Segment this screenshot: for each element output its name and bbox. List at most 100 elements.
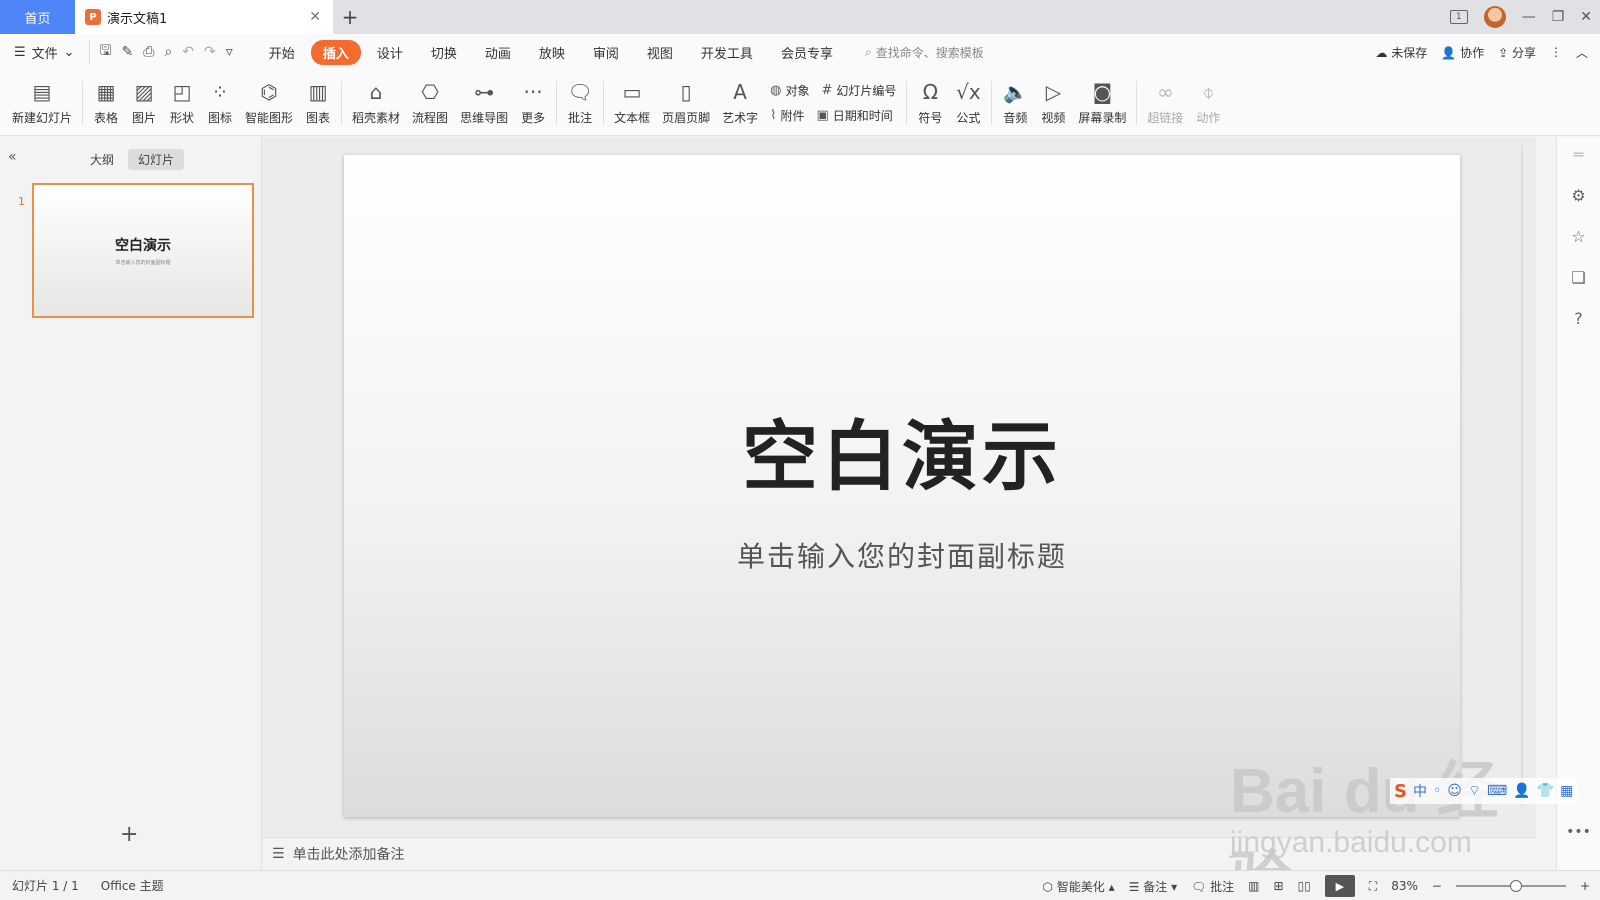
- ime-keyboard-icon[interactable]: ⌨: [1487, 783, 1507, 799]
- flowchart-button[interactable]: ⎔ 流程图: [406, 74, 454, 132]
- collapse-ribbon-icon[interactable]: ︿: [1576, 44, 1588, 61]
- notes-toggle-button[interactable]: ☰ 备注 ▾: [1129, 878, 1177, 895]
- add-slide-icon[interactable]: +: [120, 822, 138, 847]
- video-button[interactable]: ▷ 视频: [1034, 74, 1072, 132]
- window-layout-icon[interactable]: 1: [1449, 10, 1468, 24]
- zoom-slider-knob[interactable]: [1509, 880, 1522, 892]
- comment-button[interactable]: 🗨 批注: [561, 74, 599, 132]
- customize-icon[interactable]: ▿: [226, 44, 233, 60]
- slide-title[interactable]: 空白演示: [742, 395, 1062, 505]
- ime-mic-icon[interactable]: ⌔: [1468, 782, 1481, 800]
- tab-developer[interactable]: 开发工具: [689, 40, 765, 65]
- more-options-icon[interactable]: •••: [1566, 824, 1591, 840]
- ime-emoji-icon[interactable]: ☺: [1447, 783, 1462, 799]
- audio-button[interactable]: 🔈 音频: [996, 74, 1034, 132]
- zoom-out-icon[interactable]: −: [1432, 879, 1442, 893]
- zoom-slider[interactable]: [1455, 880, 1566, 892]
- collab-button[interactable]: 👤 协作: [1441, 44, 1484, 61]
- print-icon[interactable]: ⎙: [143, 44, 154, 60]
- share-button[interactable]: ⇪ 分享: [1498, 44, 1536, 61]
- restore-icon[interactable]: ❐: [1552, 9, 1565, 25]
- print-preview-icon[interactable]: ⌕: [164, 44, 172, 60]
- smart-graphic-button[interactable]: ⌬ 智能图形: [239, 74, 299, 132]
- chart-button[interactable]: ▥ 图表: [299, 74, 337, 132]
- more-button[interactable]: ··· 更多: [514, 74, 552, 132]
- object-button[interactable]: ◍ 对象 # 幻灯片编号: [770, 82, 896, 99]
- tab-insert[interactable]: 插入: [310, 39, 361, 65]
- header-footer-button[interactable]: ▯ 页眉页脚: [656, 74, 716, 132]
- adjust-icon[interactable]: ⚙: [1571, 186, 1585, 205]
- play-slideshow-button[interactable]: ▶: [1324, 875, 1355, 897]
- ime-grid-icon[interactable]: ▦: [1560, 783, 1573, 799]
- table-button[interactable]: ▦ 表格: [87, 74, 125, 132]
- tab-slides[interactable]: 幻灯片: [128, 149, 185, 170]
- new-tab-button[interactable]: +: [333, 0, 367, 34]
- slides-icon[interactable]: ❏: [1571, 268, 1585, 287]
- shape-button[interactable]: ◰ 形状: [163, 74, 201, 132]
- file-menu[interactable]: ☰ 文件 ⌄: [0, 43, 89, 62]
- tab-member[interactable]: 会员专享: [769, 40, 845, 65]
- ime-skin-icon[interactable]: 👕: [1537, 783, 1554, 799]
- reading-view-icon[interactable]: ▯▯: [1298, 879, 1311, 893]
- star-icon[interactable]: ☆: [1571, 227, 1585, 246]
- tab-start[interactable]: 开始: [257, 40, 307, 65]
- speaker-icon: 🔈: [1002, 80, 1028, 104]
- docer-material-button[interactable]: ⌂ 稻壳素材: [346, 74, 406, 132]
- formula-button[interactable]: √x 公式: [949, 74, 987, 132]
- format-painter-icon[interactable]: ✎: [122, 44, 134, 60]
- zoom-in-icon[interactable]: +: [1580, 879, 1590, 893]
- tab-review[interactable]: 审阅: [581, 40, 631, 65]
- save-icon[interactable]: 🖫: [100, 40, 112, 64]
- ime-user-icon[interactable]: 👤: [1513, 783, 1530, 799]
- tab-home[interactable]: 首页: [0, 0, 75, 34]
- screen-record-button[interactable]: ◙ 屏幕录制: [1072, 74, 1132, 132]
- slide-number-label[interactable]: 幻灯片编号: [836, 82, 896, 99]
- slide-subtitle[interactable]: 单击输入您的封面副标题: [737, 535, 1067, 575]
- help-icon[interactable]: ?: [1574, 309, 1583, 328]
- tab-document[interactable]: P 演示文稿1 ✕: [75, 0, 333, 34]
- normal-view-icon[interactable]: ▥: [1248, 879, 1259, 893]
- tab-animation[interactable]: 动画: [473, 40, 523, 65]
- tab-view[interactable]: 视图: [635, 40, 685, 65]
- action-button[interactable]: ⌽ 动作: [1189, 74, 1227, 132]
- datetime-label[interactable]: 日期和时间: [833, 107, 893, 124]
- comment-toggle-button[interactable]: 🗨 批注: [1191, 878, 1234, 895]
- ime-lang-icon[interactable]: 中: [1413, 781, 1427, 801]
- more-vertical-icon[interactable]: ⋮: [1550, 45, 1562, 59]
- redo-icon[interactable]: ↷: [204, 44, 216, 60]
- command-search[interactable]: ⌕ 查找命令、搜索模板: [865, 44, 984, 61]
- audio-label: 音频: [1003, 111, 1028, 125]
- zoom-level[interactable]: 83%: [1391, 879, 1418, 893]
- slide[interactable]: 空白演示 单击输入您的封面副标题: [344, 155, 1460, 817]
- slide-thumbnail[interactable]: 空白演示 单击输入您的封面副标题: [32, 183, 254, 318]
- collapse-panel-icon[interactable]: «: [8, 149, 17, 165]
- tab-slideshow[interactable]: 放映: [527, 40, 577, 65]
- attachment-button[interactable]: ⌇ 附件 ▣ 日期和时间: [770, 107, 896, 124]
- tab-outline[interactable]: 大纲: [80, 149, 124, 170]
- wordart-button[interactable]: A 艺术字: [716, 74, 764, 132]
- undo-icon[interactable]: ↶: [182, 44, 194, 60]
- notes-bar[interactable]: ☰ 单击此处添加备注: [262, 837, 1536, 870]
- ime-punct-icon[interactable]: ◦: [1433, 783, 1441, 799]
- minimize-icon[interactable]: —: [1522, 9, 1536, 25]
- close-window-icon[interactable]: ✕: [1580, 9, 1592, 25]
- beautify-button[interactable]: ⬡ 智能美化 ▴: [1043, 878, 1115, 895]
- close-tab-icon[interactable]: ✕: [309, 9, 321, 25]
- ime-toolbar[interactable]: S 中 ◦ ☺ ⌔ ⌨ 👤 👕 ▦: [1390, 778, 1578, 804]
- sorter-view-icon[interactable]: ⊞: [1274, 879, 1284, 893]
- unsaved-button[interactable]: ☁ 未保存: [1375, 44, 1427, 61]
- theme-name[interactable]: Office 主题: [101, 877, 164, 894]
- picture-button[interactable]: ▨ 图片: [125, 74, 163, 132]
- tab-design[interactable]: 设计: [365, 40, 415, 65]
- avatar[interactable]: [1483, 6, 1506, 28]
- vertical-scrollbar[interactable]: [1518, 145, 1526, 805]
- hyperlink-button[interactable]: ∞ 超链接: [1141, 74, 1189, 132]
- textbox-label: 文本框: [614, 111, 651, 125]
- tab-transition[interactable]: 切换: [419, 40, 469, 65]
- fit-window-icon[interactable]: ⛶: [1369, 879, 1377, 894]
- mindmap-button[interactable]: ⊶ 思维导图: [454, 74, 514, 132]
- symbol-button[interactable]: Ω 符号: [911, 74, 949, 132]
- new-slide-button[interactable]: ▤ 新建幻灯片: [6, 74, 78, 132]
- textbox-button[interactable]: ▭ 文本框: [608, 74, 656, 132]
- icon-button[interactable]: ⁘ 图标: [201, 74, 239, 132]
